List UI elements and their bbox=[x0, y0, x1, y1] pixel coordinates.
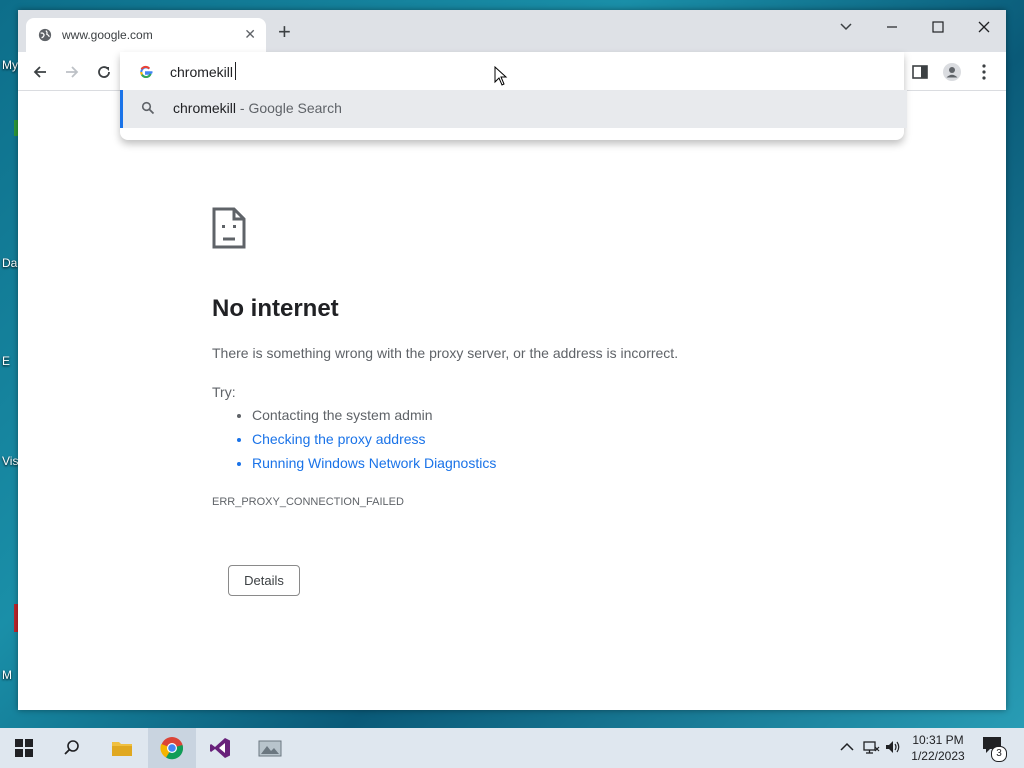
address-bar-dropdown: chromekill - Google Search bbox=[120, 52, 907, 140]
image-viewer-button[interactable] bbox=[246, 728, 294, 768]
error-page: No internet There is something wrong wit… bbox=[18, 91, 1006, 710]
profile-icon[interactable] bbox=[942, 62, 962, 82]
suggestion-text: chromekill - Google Search bbox=[173, 100, 342, 116]
back-icon[interactable] bbox=[30, 62, 50, 82]
file-explorer-button[interactable] bbox=[98, 728, 146, 768]
minimize-icon[interactable] bbox=[882, 18, 902, 36]
desktop-icon-label[interactable]: Vis bbox=[2, 454, 18, 468]
address-bar-input[interactable] bbox=[170, 61, 770, 83]
windows-logo-icon bbox=[15, 739, 33, 757]
visual-studio-icon bbox=[210, 738, 230, 758]
browser-tab[interactable]: www.google.com ✕ bbox=[26, 18, 266, 52]
error-code: ERR_PROXY_CONNECTION_FAILED bbox=[212, 496, 404, 508]
side-panel-icon[interactable] bbox=[910, 62, 930, 82]
network-icon[interactable] bbox=[862, 738, 880, 756]
tab-search-icon[interactable] bbox=[836, 20, 856, 34]
text-caret bbox=[235, 62, 236, 80]
globe-icon bbox=[38, 28, 52, 42]
folder-icon bbox=[112, 742, 132, 756]
new-tab-icon[interactable]: + bbox=[278, 21, 291, 43]
desktop-icon-label[interactable]: Da bbox=[2, 256, 17, 270]
menu-icon[interactable] bbox=[974, 62, 994, 82]
tab-title: www.google.com bbox=[62, 28, 153, 42]
notification-button[interactable]: 3 bbox=[982, 736, 1007, 762]
forward-icon[interactable] bbox=[62, 62, 82, 82]
omnibox-suggestion[interactable]: chromekill - Google Search bbox=[120, 90, 907, 128]
clock-time: 10:31 PM bbox=[912, 733, 964, 747]
title-bar: www.google.com ✕ + bbox=[18, 10, 1006, 52]
browser-window: www.google.com ✕ + chromekill chromekill… bbox=[18, 10, 1006, 710]
chevron-up-icon[interactable] bbox=[838, 738, 856, 756]
error-description: There is something wrong with the proxy … bbox=[212, 345, 679, 361]
chrome-icon bbox=[160, 737, 184, 760]
desktop-icon-label[interactable]: My bbox=[2, 58, 18, 72]
notification-count-badge: 3 bbox=[991, 746, 1007, 762]
list-item: Checking the proxy address bbox=[252, 427, 496, 451]
network-diagnostics-link[interactable]: Running Windows Network Diagnostics bbox=[252, 455, 496, 471]
search-icon bbox=[64, 740, 79, 755]
suggestion-query: chromekill bbox=[173, 100, 237, 116]
chrome-taskbar-button[interactable] bbox=[148, 728, 196, 768]
search-button[interactable] bbox=[48, 728, 96, 768]
taskbar: 10:31 PM 1/22/2023 3 bbox=[0, 728, 1024, 768]
try-label: Try: bbox=[212, 384, 236, 400]
start-button[interactable] bbox=[0, 728, 48, 768]
google-icon bbox=[140, 65, 153, 78]
list-item: Contacting the system admin bbox=[252, 403, 496, 427]
mouse-cursor-icon bbox=[494, 66, 508, 86]
details-button[interactable]: Details bbox=[228, 565, 300, 596]
check-proxy-link[interactable]: Checking the proxy address bbox=[252, 431, 426, 447]
system-clock[interactable]: 10:31 PM 1/22/2023 bbox=[898, 732, 978, 764]
maximize-icon[interactable] bbox=[928, 18, 948, 36]
suggestion-contact-admin: Contacting the system admin bbox=[252, 407, 433, 423]
suggestion-list: Contacting the system admin Checking the… bbox=[212, 403, 496, 475]
tab-close-icon[interactable]: ✕ bbox=[244, 26, 256, 43]
error-title: No internet bbox=[212, 295, 339, 322]
sad-document-icon bbox=[212, 207, 246, 249]
suggestion-suffix: - Google Search bbox=[236, 100, 342, 116]
search-icon bbox=[141, 101, 155, 115]
visual-studio-button[interactable] bbox=[196, 728, 244, 768]
photo-app-icon bbox=[258, 740, 282, 757]
reload-icon[interactable] bbox=[94, 62, 114, 82]
close-icon[interactable] bbox=[974, 18, 994, 36]
list-item: Running Windows Network Diagnostics bbox=[252, 451, 496, 475]
desktop-icon-label[interactable]: M bbox=[2, 668, 12, 682]
clock-date: 1/22/2023 bbox=[911, 749, 965, 763]
desktop-icon-label[interactable]: E bbox=[2, 354, 10, 368]
